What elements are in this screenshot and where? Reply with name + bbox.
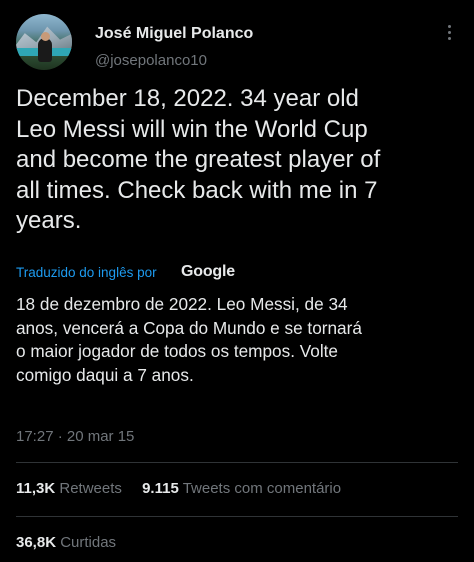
avatar[interactable] — [16, 14, 72, 70]
avatar-person — [38, 38, 52, 62]
retweets-stat[interactable]: 11,3K Retweets — [16, 480, 122, 497]
likes-stat[interactable]: 36,8K Curtidas — [16, 534, 116, 551]
engagement-stats: 11,3K Retweets 9.115 Tweets com comentár… — [16, 480, 357, 497]
divider — [16, 516, 458, 517]
translation-text: 18 de dezembro de 2022. Leo Messi, de 34… — [16, 294, 362, 385]
translated-from-label[interactable]: Traduzido do inglês por — [16, 265, 157, 280]
retweets-count: 11,3K — [16, 480, 56, 497]
google-logo: Google — [181, 263, 235, 280]
quote-tweets-stat[interactable]: 9.115 Tweets com comentário — [142, 480, 341, 497]
tweet-header: José Miguel Polanco @josepolanco10 — [16, 14, 458, 74]
tweet-text: December 18, 2022. 34 year old Leo Messi… — [16, 85, 381, 234]
author-display-name[interactable]: José Miguel Polanco — [95, 25, 253, 43]
likes-count: 36,8K — [16, 534, 57, 551]
tweet-timestamp[interactable]: 17:27 · 20 mar 15 — [16, 428, 134, 445]
quote-tweets-label: Tweets com comentário — [182, 480, 342, 497]
divider — [16, 462, 458, 463]
more-options-icon[interactable] — [440, 22, 458, 42]
retweets-label: Retweets — [59, 480, 122, 497]
quote-tweets-count: 9.115 — [142, 480, 179, 497]
avatar-person-head — [41, 32, 50, 41]
likes-label: Curtidas — [60, 534, 117, 551]
author-handle[interactable]: @josepolanco10 — [95, 52, 207, 69]
